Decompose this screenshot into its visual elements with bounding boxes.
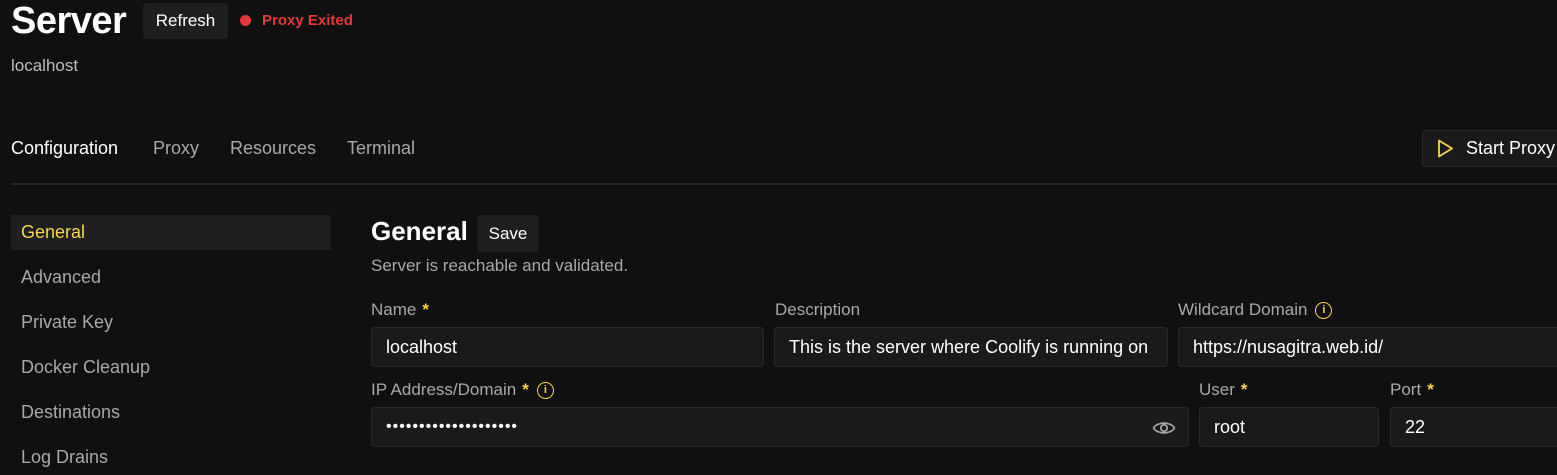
user-label-text: User — [1199, 380, 1235, 399]
tab-terminal[interactable]: Terminal — [347, 138, 415, 159]
tabs-divider — [11, 183, 1557, 185]
ip-address-label-text: IP Address/Domain — [371, 380, 517, 399]
wildcard-domain-label-text: Wildcard Domain — [1178, 300, 1308, 319]
sidebar-item-destinations[interactable]: Destinations — [11, 395, 331, 430]
proxy-status-text: Proxy Exited — [262, 12, 353, 29]
ip-address-label: IP Address/Domain * i — [371, 380, 554, 400]
sidebar-item-private-key[interactable]: Private Key — [11, 305, 331, 340]
port-input[interactable]: 22 — [1390, 407, 1557, 447]
sidebar-item-general[interactable]: General — [11, 215, 331, 250]
server-host-subtitle: localhost — [11, 56, 79, 75]
required-marker: * — [522, 380, 529, 399]
name-label-text: Name — [371, 300, 417, 319]
description-label-text: Description — [775, 300, 861, 319]
info-icon[interactable]: i — [1315, 301, 1333, 319]
required-marker: * — [422, 300, 429, 319]
port-label-text: Port — [1390, 380, 1422, 399]
description-input[interactable]: This is the server where Coolify is runn… — [774, 327, 1168, 367]
user-input[interactable]: root — [1199, 407, 1379, 447]
tab-proxy[interactable]: Proxy — [153, 138, 199, 159]
wildcard-domain-input[interactable]: https://nusagitra.web.id/ — [1178, 327, 1557, 367]
wildcard-domain-label: Wildcard Domain i — [1178, 300, 1333, 320]
sidebar-item-advanced[interactable]: Advanced — [11, 260, 331, 295]
ip-address-masked-value: •••••••••••••••••••• — [386, 418, 519, 435]
name-input[interactable]: localhost — [371, 327, 764, 367]
name-label: Name * — [371, 300, 429, 320]
tab-resources[interactable]: Resources — [230, 138, 316, 159]
info-icon[interactable]: i — [536, 381, 554, 399]
status-dot-icon — [240, 15, 251, 26]
port-label: Port * — [1390, 380, 1434, 400]
validation-status-text: Server is reachable and validated. — [371, 256, 629, 275]
ip-address-input[interactable]: •••••••••••••••••••• — [371, 407, 1189, 447]
play-icon — [1438, 139, 1453, 158]
start-proxy-label: Start Proxy — [1466, 138, 1556, 158]
required-marker: * — [1240, 380, 1248, 399]
sidebar-item-docker-cleanup[interactable]: Docker Cleanup — [11, 350, 331, 385]
eye-icon[interactable] — [1152, 418, 1176, 443]
required-marker: * — [1427, 380, 1434, 399]
save-button[interactable]: Save — [477, 215, 539, 252]
proxy-status-badge: Proxy Exited — [240, 12, 353, 29]
tab-configuration[interactable]: Configuration — [11, 138, 118, 159]
refresh-button[interactable]: Refresh — [143, 3, 228, 39]
user-label: User * — [1199, 380, 1248, 400]
page-title: Server — [11, 0, 127, 42]
start-proxy-button[interactable]: Start Proxy — [1422, 130, 1557, 167]
section-title: General — [371, 216, 468, 246]
description-label: Description — [775, 300, 860, 320]
